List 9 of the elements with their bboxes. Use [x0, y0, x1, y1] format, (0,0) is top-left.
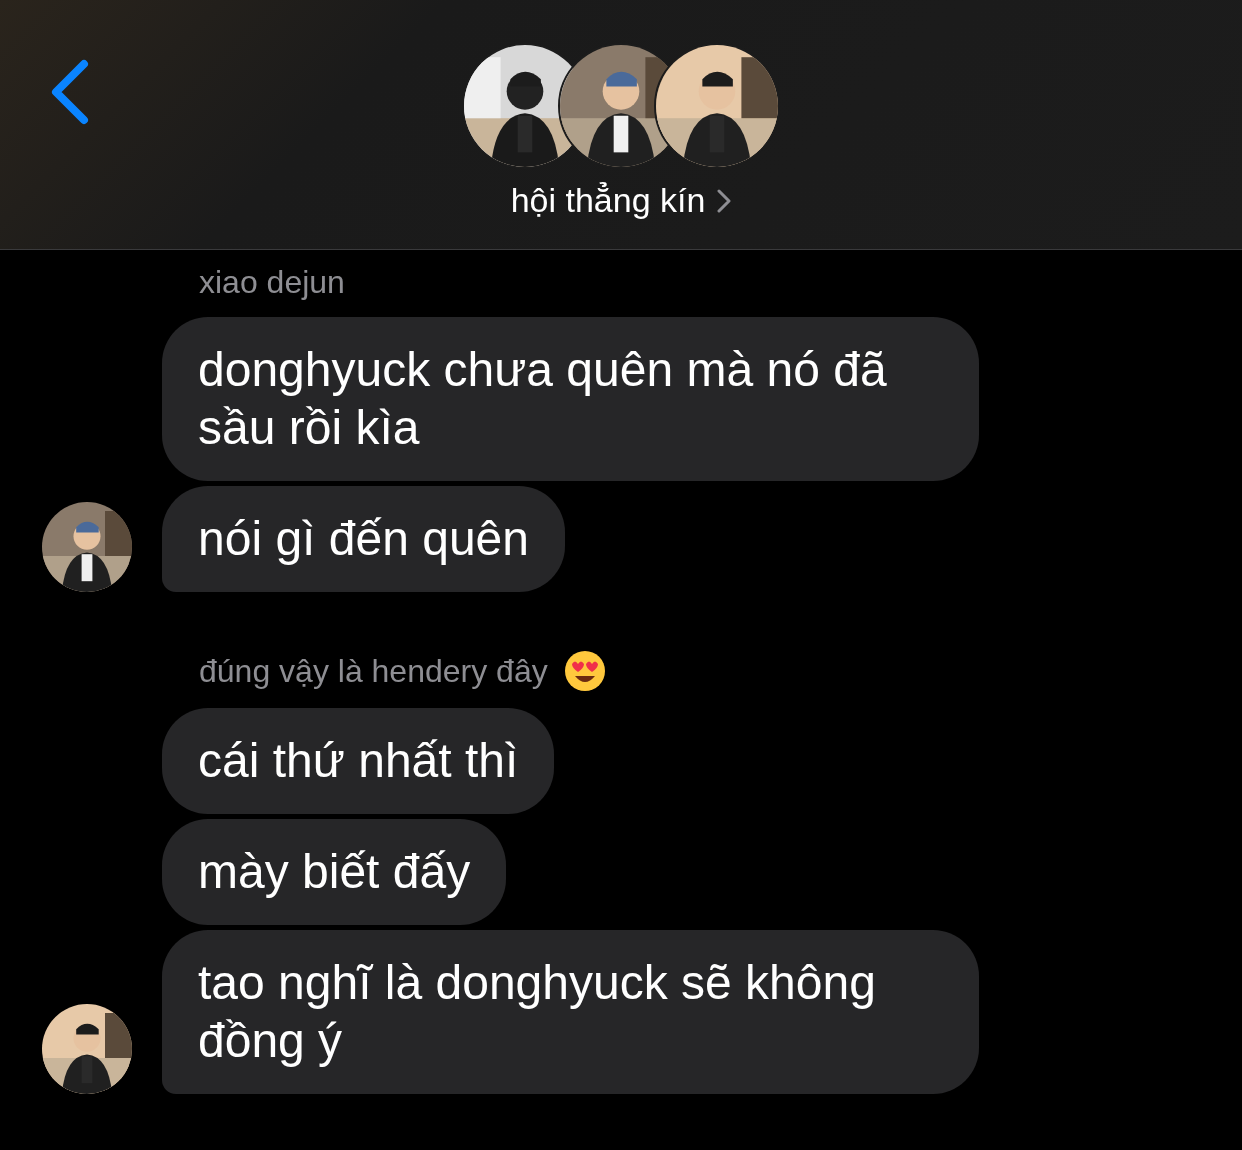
message-bubble: tao nghĩ là donghyuck sẽ không đồng ý — [162, 930, 979, 1094]
message-bubble: nói gì đến quên — [162, 486, 565, 592]
sender-name: xiao dejun — [199, 264, 345, 301]
message-bubble: cái thứ nhất thì — [162, 708, 555, 814]
message-bubble: mày biết đấy — [162, 819, 507, 925]
sender-name: đúng vậy là hendery đây — [199, 652, 548, 690]
chat-title[interactable]: hội thẳng kín — [510, 181, 706, 220]
message-bubble: donghyuck chưa quên mà nó đã sầu rồi kìa — [162, 317, 979, 481]
chevron-icon[interactable] — [717, 188, 732, 213]
